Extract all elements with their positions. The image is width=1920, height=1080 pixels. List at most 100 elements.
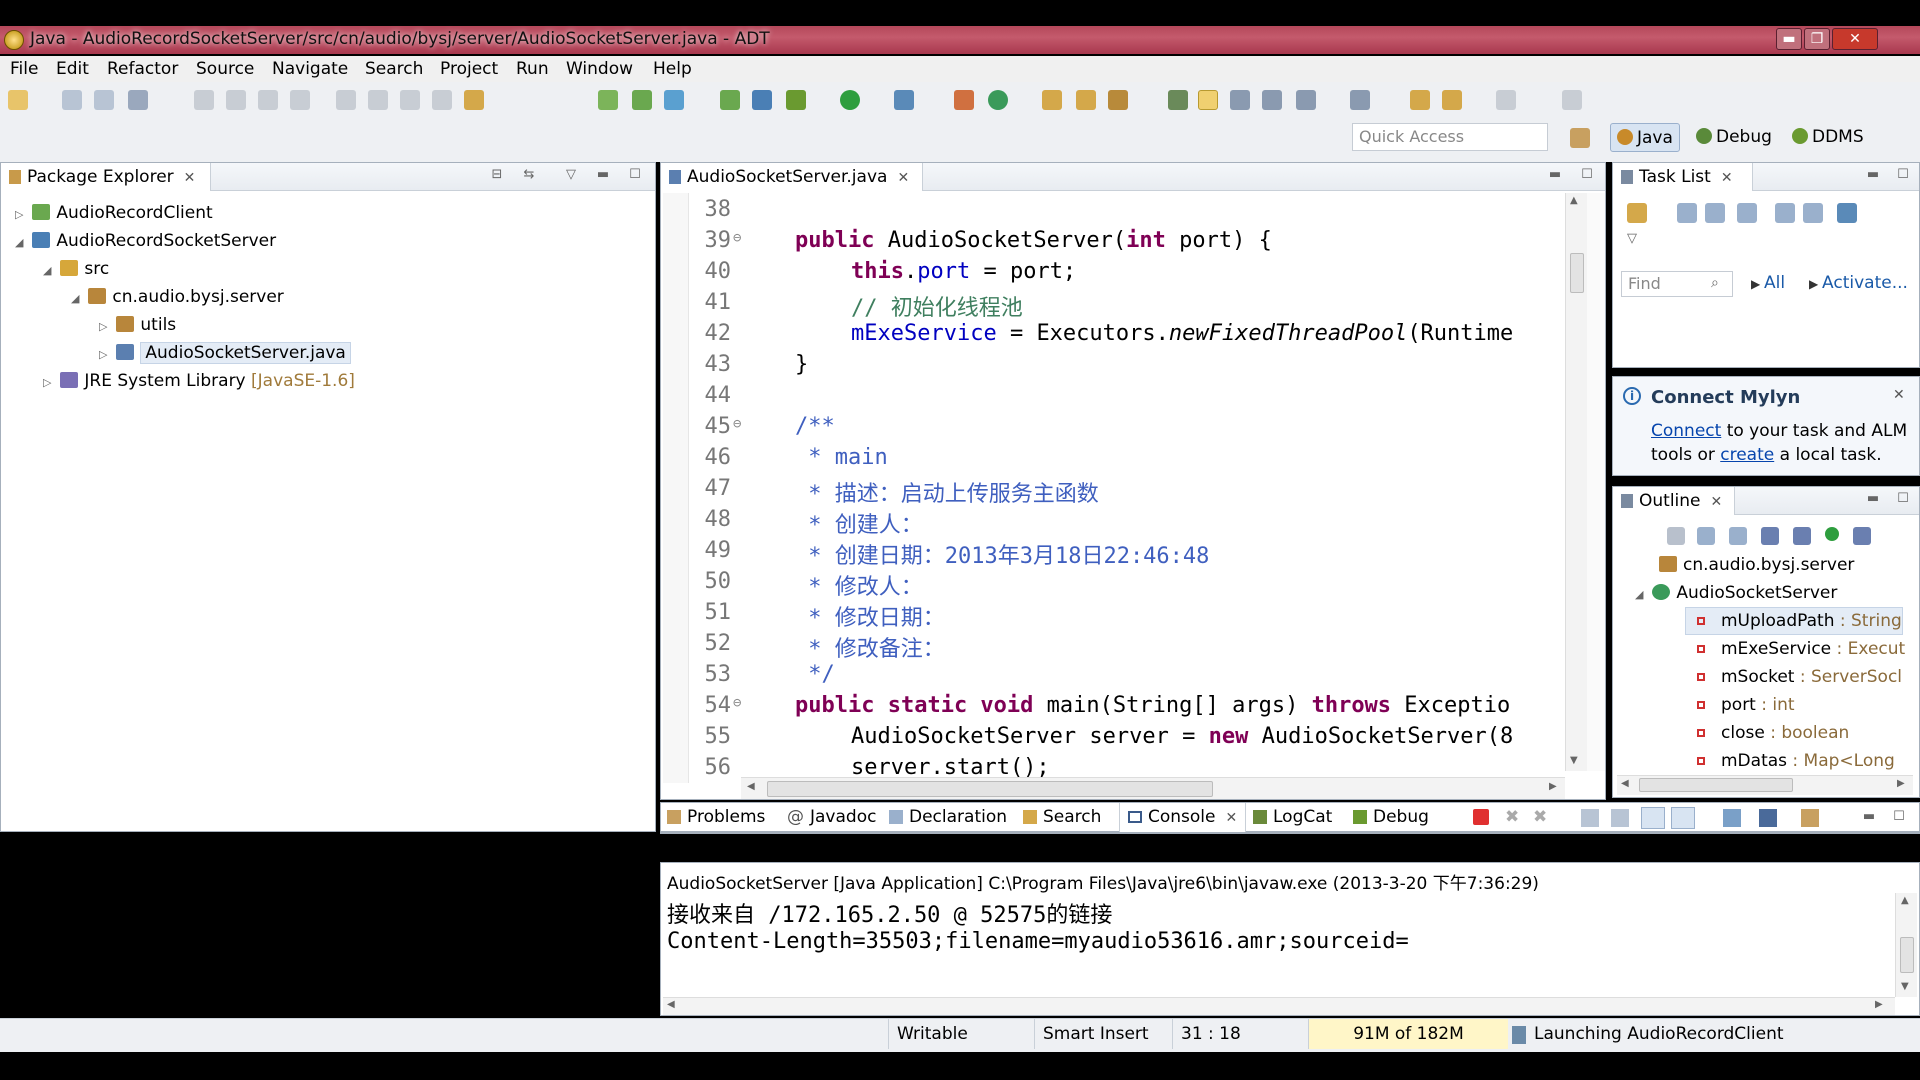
status-heap[interactable]: 91M of 182M — [1308, 1019, 1508, 1049]
tab-javadoc[interactable]: @ Javadoc — [787, 807, 876, 827]
show-whitespace-icon[interactable] — [1262, 90, 1282, 110]
tab-task-list[interactable]: Task List ✕ — [1613, 163, 1753, 191]
remove-all-launches-icon[interactable]: ✖ — [1533, 807, 1547, 827]
scroll-up-icon[interactable]: ▲ — [1570, 195, 1578, 206]
scroll-right-icon[interactable]: ▶ — [1897, 778, 1905, 789]
menu-navigate[interactable]: Navigate — [272, 59, 348, 79]
hide-local-types-icon[interactable] — [1853, 527, 1871, 545]
collapse-icon[interactable]: ◢ — [15, 229, 27, 257]
garbage-collect-icon[interactable] — [1512, 1026, 1526, 1044]
save-icon[interactable] — [62, 90, 82, 110]
tab-audiosocketserver-java[interactable]: AudioSocketServer.java ✕ — [661, 163, 923, 191]
tab-logcat[interactable]: LogCat — [1253, 807, 1332, 827]
sort-icon[interactable] — [1729, 527, 1747, 545]
scroll-left-icon[interactable]: ◀ — [747, 781, 755, 792]
expand-icon[interactable]: ▷ — [15, 201, 27, 229]
step-return-icon[interactable] — [400, 90, 420, 110]
editor-horizontal-scrollbar[interactable]: ◀ ▶ — [741, 777, 1565, 799]
hide-static-icon[interactable] — [1793, 527, 1811, 545]
android-avd-manager-icon[interactable] — [632, 90, 652, 110]
print-icon[interactable] — [128, 90, 148, 110]
tab-console[interactable]: Console ✕ — [1119, 803, 1247, 833]
connect-link[interactable]: Connect — [1651, 421, 1721, 441]
fold-icon[interactable]: ⊖ — [733, 416, 741, 432]
android-sdk-manager-icon[interactable] — [598, 90, 618, 110]
pin-console-icon[interactable] — [1723, 809, 1741, 827]
scroll-thumb[interactable] — [1639, 778, 1793, 792]
step-over-icon[interactable] — [368, 90, 388, 110]
last-edit-location-icon[interactable] — [1410, 90, 1430, 110]
open-type-icon[interactable] — [1042, 90, 1062, 110]
open-console-icon[interactable] — [1801, 809, 1819, 827]
menu-run[interactable]: Run — [516, 59, 549, 79]
collapse-icon[interactable]: ◢ — [1635, 581, 1647, 609]
collapse-icon[interactable]: ◢ — [71, 285, 83, 313]
resume-icon[interactable] — [194, 90, 214, 110]
debug-run-icon[interactable] — [786, 90, 806, 110]
menu-project[interactable]: Project — [440, 59, 498, 79]
tab-package-explorer[interactable]: Package Explorer ✕ — [1, 163, 211, 191]
code-area[interactable]: 38 39 40 41 42 43 44 45 46 47 48 49 50 5… — [691, 197, 1571, 777]
tree-item-audiorecordclient[interactable]: ▷ AudioRecordClient — [15, 199, 213, 227]
coverage-icon[interactable] — [894, 90, 914, 110]
scroll-thumb[interactable] — [1570, 253, 1584, 293]
menu-refactor[interactable]: Refactor — [107, 59, 178, 79]
menu-help[interactable]: Help — [653, 59, 692, 79]
run-lint-icon[interactable] — [664, 90, 684, 110]
tree-item-package-server[interactable]: ◢ cn.audio.bysj.server — [71, 283, 284, 311]
menu-search[interactable]: Search — [365, 59, 423, 79]
view-menu-icon[interactable]: ▽ — [1627, 231, 1637, 246]
link-with-editor-icon[interactable]: ⇆ — [521, 167, 537, 183]
fold-icon[interactable]: ⊖ — [733, 230, 741, 246]
scroll-down-icon[interactable]: ▼ — [1570, 755, 1578, 766]
open-task-icon[interactable] — [1076, 90, 1096, 110]
outline-field[interactable]: mSocket : ServerSocl — [1697, 663, 1907, 691]
focus-icon[interactable] — [1737, 203, 1757, 223]
status-insert-mode[interactable]: Smart Insert — [1034, 1019, 1172, 1049]
outline-field[interactable]: mUploadPath : String — [1697, 607, 1907, 635]
close-button[interactable]: ✕ — [1832, 28, 1878, 50]
minimize-button[interactable]: ▬ — [1776, 28, 1802, 50]
run-icon[interactable] — [840, 90, 860, 110]
console-vertical-scrollbar[interactable]: ▲ ▼ — [1895, 893, 1917, 997]
perspective-debug[interactable]: Debug — [1690, 123, 1778, 152]
terminate-icon[interactable] — [1473, 809, 1489, 825]
menu-file[interactable]: File — [10, 59, 38, 79]
tab-declaration[interactable]: Declaration — [889, 807, 1007, 827]
outline-field[interactable]: port : int — [1697, 691, 1907, 719]
scroll-up-icon[interactable]: ▲ — [1901, 895, 1909, 906]
outline-field[interactable]: close : boolean — [1697, 719, 1907, 747]
maximize-button[interactable]: ❐ — [1804, 28, 1830, 50]
tab-outline[interactable]: Outline ✕ — [1613, 487, 1735, 515]
synchronize-icon[interactable] — [1837, 203, 1857, 223]
scroll-thumb[interactable] — [767, 781, 1213, 797]
search-toolbar-icon[interactable] — [1108, 90, 1128, 110]
tab-search[interactable]: Search — [1023, 807, 1101, 827]
tree-item-utils[interactable]: ▷ utils — [99, 311, 176, 339]
maximize-view-icon[interactable]: ☐ — [1891, 809, 1907, 825]
minimize-view-icon[interactable]: ▬ — [595, 167, 611, 183]
quick-access-input[interactable]: Quick Access — [1352, 123, 1548, 151]
outline-field[interactable]: mDatas : Map<Long — [1697, 747, 1907, 775]
forward-icon[interactable] — [1496, 90, 1516, 110]
tree-item-audiosocketserver-java[interactable]: ▷ AudioSocketServer.java — [99, 339, 351, 367]
step-into-icon[interactable] — [336, 90, 356, 110]
new-class-icon[interactable] — [988, 90, 1008, 110]
drop-to-frame-icon[interactable] — [432, 90, 452, 110]
outline-field[interactable]: mExeService : Execut — [1697, 635, 1907, 663]
tree-item-jre-library[interactable]: ▷ JRE System Library [JavaSE-1.6] — [43, 367, 355, 395]
minimize-view-icon[interactable]: ▬ — [1861, 809, 1877, 825]
close-icon[interactable]: ✕ — [897, 170, 909, 186]
collapse-all-icon[interactable]: ⊟ — [489, 167, 505, 183]
pin-editor-icon[interactable] — [1562, 90, 1582, 110]
scroll-right-icon[interactable]: ▶ — [1875, 999, 1883, 1010]
save-all-icon[interactable] — [94, 90, 114, 110]
clear-console-icon[interactable] — [1581, 809, 1599, 827]
display-selected-console-icon[interactable] — [1759, 809, 1777, 827]
maximize-view-icon[interactable]: ☐ — [1579, 167, 1595, 183]
external-tools-icon[interactable] — [954, 90, 974, 110]
tree-item-src[interactable]: ◢ src — [43, 255, 109, 283]
collapse-all-icon[interactable] — [1697, 527, 1715, 545]
editor-vertical-scrollbar[interactable]: ▲ ▼ — [1565, 193, 1587, 771]
use-step-filters-icon[interactable] — [464, 90, 484, 110]
